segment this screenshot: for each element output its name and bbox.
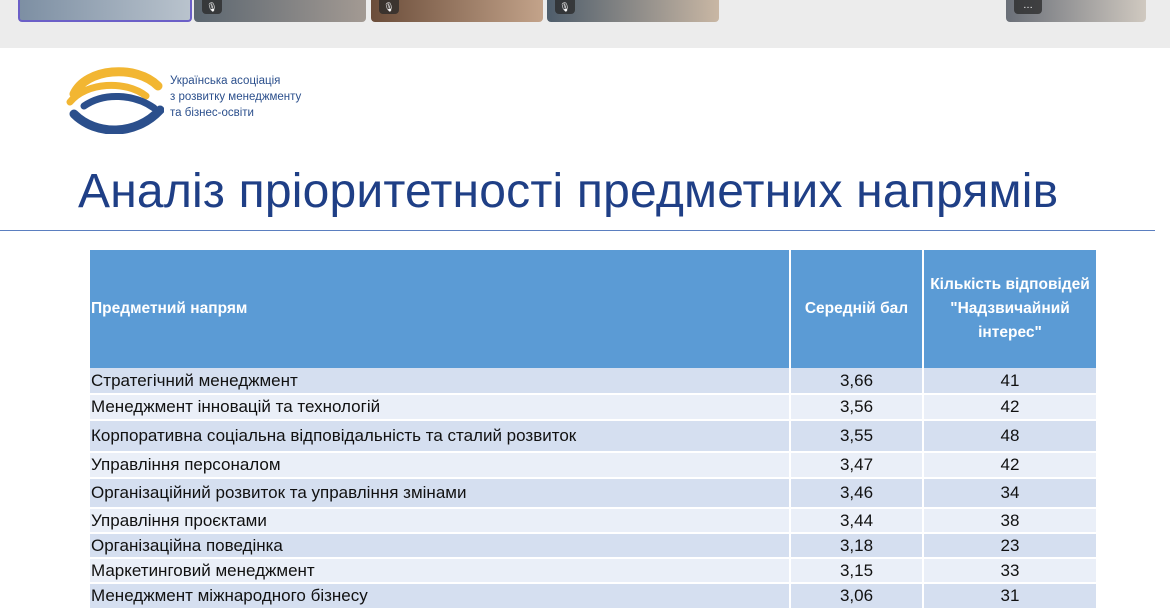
video-tile[interactable]: 🎙: [194, 0, 366, 22]
header-direction: Предметний напрям: [90, 250, 791, 368]
org-name-line: Українська асоціація: [170, 75, 281, 87]
cell-avg: 3,47: [790, 452, 924, 479]
cell-direction: Менеджмент міжнародного бізнесу: [90, 583, 791, 610]
table-row: Організаційний розвиток та управління зм…: [90, 478, 1096, 509]
cell-count: 41: [923, 368, 1096, 395]
cell-avg: 3,15: [790, 558, 924, 584]
cell-direction: Організаційна поведінка: [90, 533, 791, 559]
cell-avg: 3,18: [790, 533, 924, 559]
cell-count: 38: [923, 508, 1096, 534]
video-participants-strip: 🎙 🎙 🎙 …: [0, 0, 1170, 48]
table-row: Менеджмент міжнародного бізнесу 3,06 31: [90, 583, 1096, 610]
organization-name: Українська асоціація з розвитку менеджме…: [170, 73, 301, 121]
cell-direction: Організаційний розвиток та управління зм…: [90, 478, 791, 509]
cell-avg: 3,56: [790, 394, 924, 421]
table-header-row: Предметний напрям Середній бал Кількість…: [90, 250, 1096, 368]
presentation-slide: Українська асоціація з розвитку менеджме…: [0, 48, 1170, 610]
header-count: Кількість відповідей "Надзвичайний інтер…: [923, 250, 1096, 368]
cell-avg: 3,44: [790, 508, 924, 534]
cell-direction: Управління персоналом: [90, 452, 791, 479]
table-row: Управління проєктами 3,44 38: [90, 508, 1096, 534]
cell-direction: Корпоративна соціальна відповідальність …: [90, 420, 791, 453]
cell-avg: 3,55: [790, 420, 924, 453]
cell-count: 23: [923, 533, 1096, 559]
video-tile[interactable]: 🎙: [371, 0, 543, 22]
video-tile-active[interactable]: [18, 0, 192, 22]
cell-count: 33: [923, 558, 1096, 584]
table-row: Маркетинговий менеджмент 3,15 33: [90, 558, 1096, 584]
table-row: Менеджмент інновацій та технологій 3,56 …: [90, 394, 1096, 421]
video-tile[interactable]: 🎙: [547, 0, 719, 22]
video-tile[interactable]: …: [1006, 0, 1146, 22]
cell-count: 31: [923, 583, 1096, 610]
cell-direction: Менеджмент інновацій та технологій: [90, 394, 791, 421]
header-avg: Середній бал: [790, 250, 924, 368]
table-row: Організаційна поведінка 3,18 23: [90, 533, 1096, 559]
org-name-line: з розвитку менеджменту: [170, 91, 302, 103]
cell-direction: Управління проєктами: [90, 508, 791, 534]
cell-count: 48: [923, 420, 1096, 453]
cell-count: 42: [923, 394, 1096, 421]
table-row: Управління персоналом 3,47 42: [90, 452, 1096, 479]
cell-direction: Стратегічний менеджмент: [90, 368, 791, 395]
cell-avg: 3,66: [790, 368, 924, 395]
association-logo-icon: [66, 67, 164, 134]
cell-direction: Маркетинговий менеджмент: [90, 558, 791, 584]
cell-avg: 3,06: [790, 583, 924, 610]
title-divider: [0, 230, 1155, 231]
more-options-icon[interactable]: …: [1014, 0, 1042, 14]
table-row: Стратегічний менеджмент 3,66 41: [90, 368, 1096, 395]
cell-avg: 3,46: [790, 478, 924, 509]
cell-count: 42: [923, 452, 1096, 479]
cell-count: 34: [923, 478, 1096, 509]
slide-title: Аналіз пріоритетності предметних напрямі…: [78, 165, 1059, 218]
priority-table: Предметний напрям Середній бал Кількість…: [90, 250, 1096, 610]
muted-mic-icon: 🎙: [379, 0, 399, 14]
org-name-line: та бізнес-освіти: [170, 107, 254, 119]
muted-mic-icon: 🎙: [202, 0, 222, 14]
muted-mic-icon: 🎙: [555, 0, 575, 14]
table-row: Корпоративна соціальна відповідальність …: [90, 420, 1096, 453]
